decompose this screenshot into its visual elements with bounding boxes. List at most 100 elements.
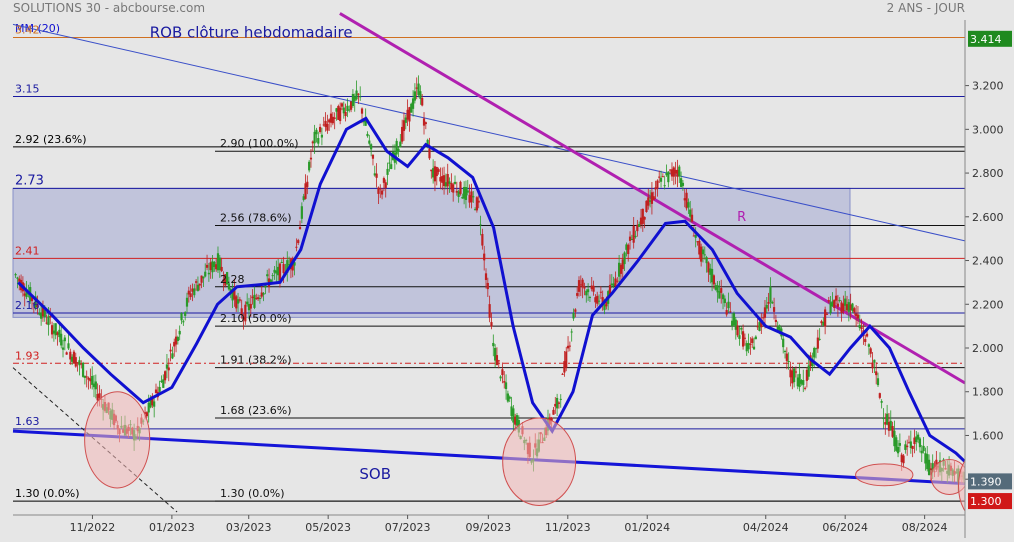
candle-body [577, 280, 581, 292]
candle-body [477, 200, 480, 203]
candle-body [14, 274, 17, 276]
candle-body [384, 182, 387, 189]
annotation-label: R [737, 210, 746, 225]
candle-body [749, 343, 752, 345]
candle-body [627, 244, 630, 255]
candle-body [395, 140, 398, 155]
candle-body [371, 154, 375, 159]
candle-body [592, 285, 595, 292]
candle-body [771, 301, 774, 304]
candle-body [171, 353, 174, 359]
chart-title: SOLUTIONS 30 - abcbourse.com [13, 1, 205, 15]
candle-body [878, 393, 881, 398]
candle-body [167, 367, 170, 371]
candle-body [736, 325, 739, 336]
candle-body [659, 177, 663, 182]
candle-body [681, 182, 685, 186]
candle-body [320, 134, 324, 138]
candle-body [246, 301, 249, 305]
candle-body [721, 294, 725, 300]
candle-body [388, 162, 391, 164]
candle-body [158, 386, 161, 392]
annotation-label: SOB [359, 465, 391, 483]
y-tick-label: 2.200 [972, 298, 1004, 311]
candle-body [94, 381, 97, 390]
candle-body [178, 330, 181, 335]
candle-body [838, 300, 841, 302]
candle-body [300, 206, 303, 219]
candle-body [91, 375, 94, 385]
candle-body [656, 180, 659, 189]
candle-body [876, 378, 880, 386]
candle-body [359, 96, 362, 98]
candle-body [793, 368, 796, 383]
candle-body [60, 333, 63, 346]
stock-chart: SOLUTIONS 30 - abcbourse.com 2 ANS - JOU… [0, 0, 1014, 538]
fibo-label: 1.91 (38.2%) [220, 354, 292, 367]
candle-body [687, 202, 690, 208]
candle-body [309, 157, 313, 160]
candle-body [873, 359, 876, 363]
candle-body [725, 310, 728, 315]
candle-body [47, 316, 50, 326]
candle-body [495, 355, 499, 366]
highlight-ellipse [84, 391, 151, 489]
candle-body [803, 387, 807, 389]
candle-body [751, 338, 754, 343]
candle-body [599, 291, 602, 293]
candle-body [204, 271, 207, 277]
candle-body [189, 293, 192, 298]
x-tick-label: 07/2023 [385, 521, 431, 534]
candle-body [249, 303, 252, 309]
candle-body [628, 236, 632, 241]
candle-body [176, 336, 179, 341]
candle-body [297, 240, 300, 244]
candle-body [344, 111, 347, 117]
candle-body [741, 331, 745, 347]
candle-body [867, 344, 870, 347]
level-label: 1.63 [15, 415, 40, 428]
candle-body [271, 275, 274, 277]
candle-body [422, 118, 426, 126]
candle-body [802, 380, 805, 386]
candle-body [357, 93, 360, 95]
candle-body [295, 246, 298, 248]
highlight-ellipse [855, 463, 914, 487]
trendline-support-sob [12, 429, 966, 486]
candle-body [918, 438, 922, 448]
candle-body [504, 382, 508, 390]
candle-body [813, 347, 816, 358]
candle-body [164, 371, 167, 381]
candle-body [690, 214, 694, 222]
candle-body [572, 313, 575, 319]
candle-body [386, 168, 389, 175]
candle-body [182, 321, 185, 323]
candle-body [752, 346, 756, 350]
y-tick-label: 1.800 [972, 386, 1004, 399]
candle-body [466, 190, 469, 193]
candle-body [875, 371, 878, 376]
candle-body [614, 278, 617, 287]
candle-body [333, 117, 336, 119]
level-label: 1.93 [15, 349, 40, 362]
candle-body [193, 288, 196, 296]
candle-body [559, 398, 562, 400]
candle-body [729, 311, 732, 313]
candle-body [583, 286, 586, 289]
candle-body [643, 216, 646, 220]
candle-body [308, 161, 311, 171]
candle-body [705, 257, 708, 264]
candle-body [339, 107, 342, 122]
candle-body [266, 274, 269, 277]
candle-body [490, 322, 493, 327]
candle-body [794, 371, 798, 373]
candle-body [368, 140, 371, 144]
candle-body [452, 184, 455, 193]
fibo-label: 2.28 [220, 273, 245, 286]
candle-body [632, 225, 635, 243]
x-tick-label: 04/2024 [743, 521, 789, 534]
candle-body [360, 108, 364, 114]
candle-body [565, 351, 568, 368]
candle-body [904, 444, 907, 450]
candle-body [723, 298, 726, 304]
